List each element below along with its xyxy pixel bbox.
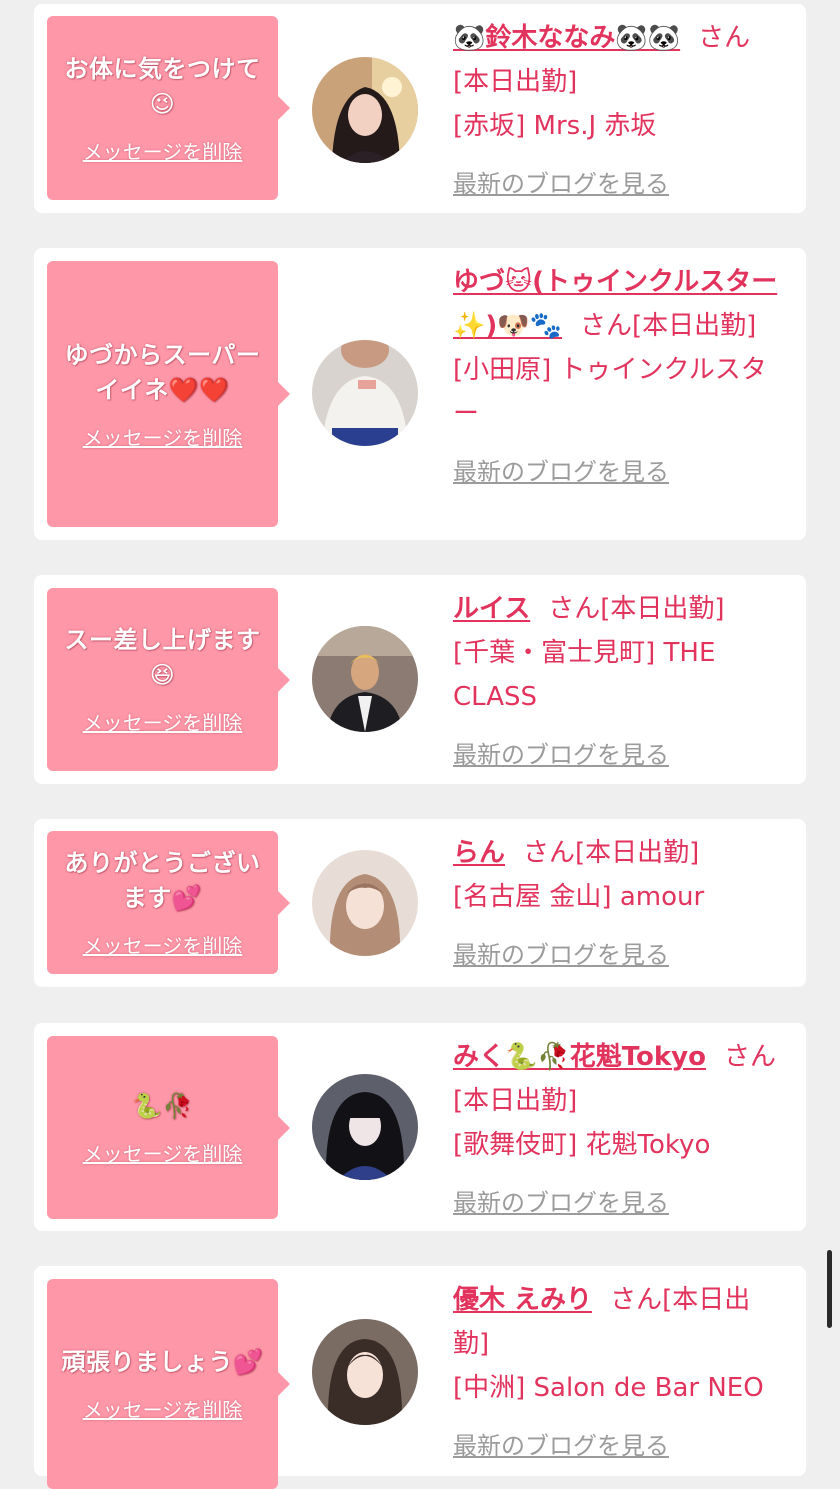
shop-name: [小田原] トゥインクルスター xyxy=(453,355,767,429)
honorific: さん xyxy=(523,838,576,868)
profile-name-link[interactable]: みく🐍🥀花魁Tokyo xyxy=(453,1042,706,1072)
profile-info: みく🐍🥀花魁Tokyo さん [本日出勤] [歌舞伎町] 花魁Tokyo 最新のブロ… xyxy=(453,1035,783,1225)
latest-blog-link[interactable]: 最新のブログを見る xyxy=(453,162,783,206)
message-bubble: 🐍🥀 メッセージを削除 xyxy=(47,1036,290,1219)
attendance-status: [本日出勤] xyxy=(600,594,725,624)
shop-name: [中洲] Salon de Bar NEO xyxy=(453,1373,764,1403)
avatar[interactable] xyxy=(312,626,418,732)
message-bubble: ゆづからスーパーイイネ❤️❤️ メッセージを削除 xyxy=(47,261,290,527)
honorific: さん xyxy=(610,1285,663,1315)
message-bubble: スー差し上げます😆 メッセージを削除 xyxy=(47,588,290,771)
latest-blog-link[interactable]: 最新のブログを見る xyxy=(453,933,783,977)
delete-message-link[interactable]: メッセージを削除 xyxy=(83,930,243,959)
shop-name: [歌舞伎町] 花魁Tokyo xyxy=(453,1130,711,1160)
message-text: スー差し上げます😆 xyxy=(64,626,261,689)
avatar[interactable] xyxy=(312,57,418,163)
message-bubble: お体に気をつけて😉 メッセージを削除 xyxy=(47,16,290,200)
profile-name-link[interactable]: 優木 えみり xyxy=(453,1285,592,1315)
profile-info: ゆづ🐱(トゥインクルスター✨)🐶🐾 さん[本日出勤] [小田原] トゥインクルスタ… xyxy=(453,260,783,494)
message-text: お体に気をつけて😉 xyxy=(64,54,261,118)
profile-info: ルイス さん[本日出勤] [千葉・富士見町] THE CLASS 最新のブログを見… xyxy=(453,587,783,777)
avatar[interactable] xyxy=(312,1319,418,1425)
honorific: さん xyxy=(580,311,633,341)
profile-info: らん さん[本日出勤] [名古屋 金山] amour 最新のブログを見る xyxy=(453,831,783,977)
delete-message-link[interactable]: メッセージを削除 xyxy=(83,1394,243,1423)
message-card: 🐍🥀 メッセージを削除 みく🐍🥀花魁Tokyo さん [本日出勤] [歌舞伎町] 花… xyxy=(34,1023,806,1231)
shop-name: [赤坂] Mrs.J 赤坂 xyxy=(453,111,657,141)
delete-message-link[interactable]: メッセージを削除 xyxy=(83,422,243,451)
message-text: 頑張りましょう💕 xyxy=(61,1348,264,1376)
latest-blog-link[interactable]: 最新のブログを見る xyxy=(453,450,783,494)
delete-message-link[interactable]: メッセージを削除 xyxy=(83,707,243,736)
message-card: ゆづからスーパーイイネ❤️❤️ メッセージを削除 ゆづ🐱(トゥインクルスター✨)… xyxy=(34,248,806,540)
profile-info: 優木 えみり さん[本日出勤] [中洲] Salon de Bar NEO 最新の… xyxy=(453,1278,783,1468)
scrollbar[interactable] xyxy=(827,1250,832,1328)
message-text: ゆづからスーパーイイネ❤️❤️ xyxy=(64,340,261,404)
delete-message-link[interactable]: メッセージを削除 xyxy=(83,1138,243,1167)
message-bubble: ありがとうございます💕 メッセージを削除 xyxy=(47,831,290,974)
message-bubble: 頑張りましょう💕 メッセージを削除 xyxy=(47,1279,290,1489)
attendance-status: [本日出勤] xyxy=(453,1086,578,1116)
latest-blog-link[interactable]: 最新のブログを見る xyxy=(453,1181,783,1225)
honorific: さん xyxy=(548,594,601,624)
honorific: さん xyxy=(724,1042,777,1072)
avatar[interactable] xyxy=(312,1074,418,1180)
shop-name: [名古屋 金山] amour xyxy=(453,882,705,912)
message-card: ありがとうございます💕 メッセージを削除 らん さん[本日出勤] [名古屋 金山]… xyxy=(34,819,806,987)
attendance-status: [本日出勤] xyxy=(453,67,578,97)
profile-info: 🐼鈴木ななみ🐼🐼 さん [本日出勤] [赤坂] Mrs.J 赤坂 最新のブログを見… xyxy=(453,16,783,206)
attendance-status: [本日出勤] xyxy=(632,311,757,341)
message-card: スー差し上げます😆 メッセージを削除 ルイス さん[本日出勤] [千葉・富士見町]… xyxy=(34,575,806,784)
message-card: 頑張りましょう💕 メッセージを削除 優木 えみり さん[本日出勤] [中洲] Sa… xyxy=(34,1266,806,1489)
profile-name-link[interactable]: 🐼鈴木ななみ🐼🐼 xyxy=(453,23,680,53)
attendance-status: [本日出勤] xyxy=(575,838,700,868)
profile-name-link[interactable]: ルイス xyxy=(453,594,530,624)
message-text: ありがとうございます💕 xyxy=(64,849,261,912)
avatar[interactable] xyxy=(312,850,418,956)
shop-name: [千葉・富士見町] THE CLASS xyxy=(453,638,716,712)
profile-name-link[interactable]: らん xyxy=(453,838,505,868)
latest-blog-link[interactable]: 最新のブログを見る xyxy=(453,733,783,777)
avatar[interactable] xyxy=(312,340,418,446)
message-card: お体に気をつけて😉 メッセージを削除 🐼鈴木ななみ🐼🐼 さん [本日出勤] [赤坂… xyxy=(34,4,806,213)
delete-message-link[interactable]: メッセージを削除 xyxy=(83,136,243,165)
honorific: さん xyxy=(698,23,751,53)
message-text: 🐍🥀 xyxy=(132,1091,193,1120)
latest-blog-link[interactable]: 最新のブログを見る xyxy=(453,1424,783,1468)
